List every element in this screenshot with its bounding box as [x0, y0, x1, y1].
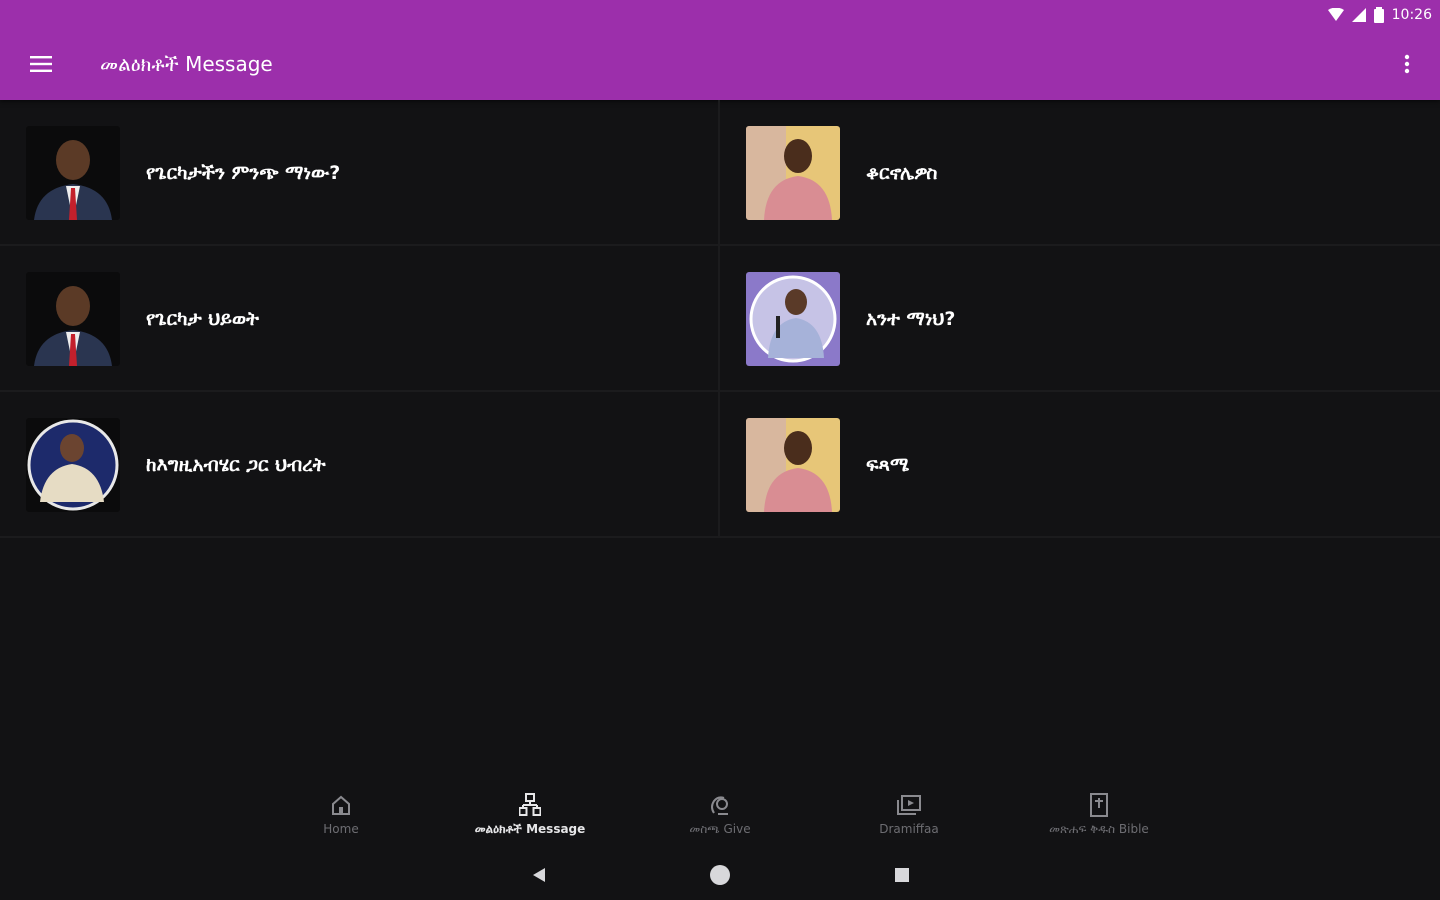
signal-icon: [1351, 8, 1366, 22]
message-sitemap-icon: [517, 792, 543, 818]
speaker-thumbnail: [26, 272, 120, 366]
speaker-thumbnail: [26, 418, 120, 512]
speaker-thumbnail: [746, 418, 840, 512]
nav-label: መጽሐፍ ቅዱስ Bible: [1049, 822, 1149, 836]
video-library-icon: [896, 792, 922, 818]
menu-button[interactable]: [20, 44, 62, 84]
nav-item-give[interactable]: መስጫ Give: [625, 792, 815, 848]
message-title: የጌርካታችን ምንጭ ማነው?: [146, 162, 341, 184]
system-navigation-bar: [0, 850, 1440, 900]
home-icon: [328, 792, 354, 818]
message-title: አንተ ማነህ?: [866, 308, 956, 330]
overflow-menu-button[interactable]: [1392, 44, 1422, 84]
nav-item-dramiffaa[interactable]: Dramiffaa: [814, 792, 1004, 848]
give-icon: [707, 792, 733, 818]
nav-label: Dramiffaa: [879, 822, 939, 836]
speaker-thumbnail: [26, 126, 120, 220]
wifi-icon: [1327, 8, 1344, 21]
page-title: መልዕክቶች Message: [100, 52, 273, 76]
app-bar: 10:26 መልዕክቶች Message: [0, 0, 1440, 100]
nav-item-message[interactable]: መልዕክቶች Message: [435, 792, 625, 848]
message-title: ከእግዚአብሄር ጋር ህብረት: [146, 454, 326, 476]
message-card[interactable]: የጌርካታ ህይወት: [0, 246, 720, 392]
back-button[interactable]: [524, 862, 554, 888]
message-card[interactable]: ቆርኖሌዎስ: [720, 100, 1440, 246]
home-system-button[interactable]: [705, 862, 735, 888]
nav-item-bible[interactable]: መጽሐፍ ቅዱስ Bible: [1004, 792, 1194, 848]
battery-icon: [1373, 7, 1384, 23]
speaker-thumbnail: [746, 126, 840, 220]
message-card[interactable]: አንተ ማነህ?: [720, 246, 1440, 392]
recents-square-icon: [895, 868, 909, 882]
message-title: ፍጻሜ: [866, 454, 910, 476]
speaker-thumbnail: [746, 272, 840, 366]
bible-icon: [1086, 792, 1112, 818]
status-time: 10:26: [1391, 7, 1432, 23]
message-card[interactable]: የጌርካታችን ምንጭ ማነው?: [0, 100, 720, 246]
nav-item-home[interactable]: Home: [246, 792, 436, 848]
message-title: የጌርካታ ህይወት: [146, 308, 259, 330]
more-vert-icon: [1404, 54, 1410, 74]
nav-label: መስጫ Give: [689, 822, 751, 836]
bottom-navigation: Home መልዕክቶች Message መስጫ Give Dramiffaa መ…: [0, 780, 1440, 850]
nav-label: መልዕክቶች Message: [474, 822, 586, 836]
message-grid: የጌርካታችን ምንጭ ማነው? ቆርኖሌዎስ የጌርካታ ህይወት አንተ ማ…: [0, 100, 1440, 540]
recents-button[interactable]: [887, 862, 917, 888]
message-title: ቆርኖሌዎስ: [866, 162, 938, 184]
nav-label: Home: [323, 822, 359, 836]
status-bar: 10:26: [1327, 4, 1432, 26]
home-circle-icon: [710, 865, 730, 885]
message-card[interactable]: ከእግዚአብሄር ጋር ህብረት: [0, 392, 720, 538]
hamburger-menu-icon: [30, 56, 52, 72]
message-card[interactable]: ፍጻሜ: [720, 392, 1440, 538]
back-triangle-icon: [533, 868, 545, 882]
